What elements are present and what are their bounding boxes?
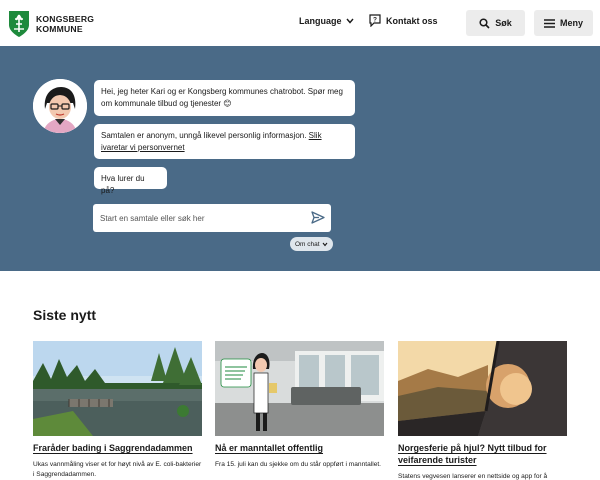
chatbot-section: Hei, jeg heter Kari og er Kongsberg komm… [0, 46, 600, 271]
news-card-text: Ukas vannmåling viser et for høyt nivå a… [33, 461, 202, 478]
privacy-text: Samtalen er anonym, unngå likevel person… [101, 131, 309, 140]
news-card-title[interactable]: Nå er manntallet offentlig [215, 442, 384, 454]
news-card-text: Statens vegvesen lanserer en nettside og… [398, 473, 548, 480]
news-card-text: Fra 15. juli kan du sjekke om du står op… [215, 461, 382, 468]
news-card[interactable]: Nå er manntallet offentlig Fra 15. juli … [215, 341, 384, 470]
news-heading: Siste nytt [33, 307, 97, 323]
news-image-car-window [398, 341, 567, 436]
hamburger-icon [543, 18, 555, 28]
logo-line-1: KONGSBERG [36, 14, 95, 24]
kari-avatar-icon [33, 79, 87, 133]
news-card[interactable]: Norgesferie på hjul? Nytt tilbud for vei… [398, 341, 567, 480]
news-image-office [215, 341, 384, 436]
news-card[interactable]: Fraråder bading i Saggrendadammen Ukas v… [33, 341, 202, 480]
chatbot-avatar [33, 79, 87, 133]
chat-input[interactable] [100, 213, 300, 223]
chat-message-privacy: Samtalen er anonym, unngå likevel person… [94, 124, 355, 159]
language-selector[interactable]: Language [299, 16, 354, 26]
chat-input-box[interactable] [93, 204, 331, 232]
news-card-title[interactable]: Norgesferie på hjul? Nytt tilbud for vei… [398, 442, 567, 466]
contact-label: Kontakt oss [386, 15, 438, 26]
news-card-title[interactable]: Fraråder bading i Saggrendadammen [33, 442, 202, 454]
chat-message-question: Hva lurer du på? [94, 167, 167, 195]
about-chat-button[interactable]: Om chat [290, 237, 333, 251]
logo-line-2: KOMMUNE [36, 24, 83, 34]
search-icon [479, 17, 490, 29]
coat-of-arms-icon [9, 11, 29, 37]
menu-label: Meny [559, 18, 583, 28]
menu-button[interactable]: Meny [534, 10, 593, 36]
send-icon[interactable] [311, 211, 325, 224]
kongsberg-logo[interactable]: KONGSBERG KOMMUNE [8, 10, 94, 38]
chat-message-greeting: Hei, jeg heter Kari og er Kongsberg komm… [94, 80, 355, 116]
language-label: Language [299, 16, 342, 26]
site-header: KONGSBERG KOMMUNE Language ? Kontakt oss… [0, 0, 600, 46]
search-button[interactable]: Søk [466, 10, 525, 36]
chevron-down-icon [322, 242, 327, 246]
search-label: Søk [495, 18, 512, 28]
svg-text:?: ? [373, 17, 377, 24]
news-image-lake [33, 341, 202, 436]
chevron-down-icon [345, 18, 354, 24]
contact-link[interactable]: ? Kontakt oss [369, 14, 438, 27]
about-chat-label: Om chat [295, 240, 320, 248]
question-bubble-icon: ? [369, 14, 381, 27]
logo-text: KONGSBERG KOMMUNE [36, 14, 94, 34]
